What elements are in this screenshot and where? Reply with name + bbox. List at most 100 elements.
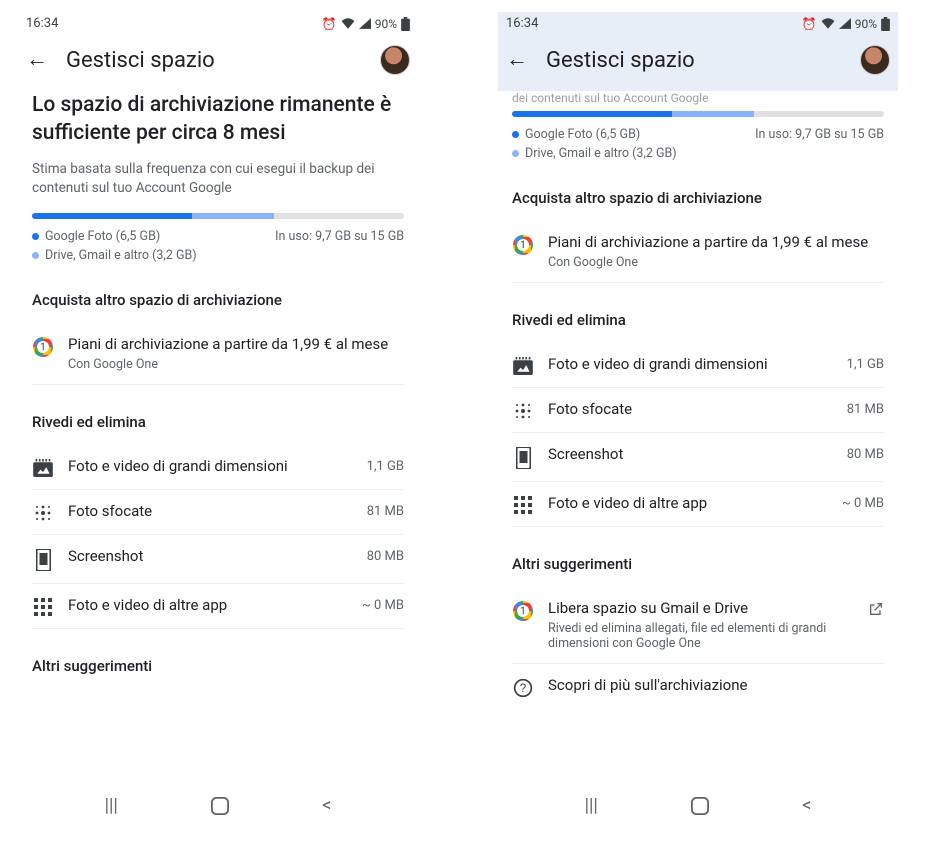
dot-drive xyxy=(32,252,39,259)
status-time: 16:34 xyxy=(506,16,538,31)
phone-screenshot-left: 16:34 ⏰ 90% ← Gestisci spazio Lo spazio … xyxy=(18,12,418,822)
review-item-label: Screenshot xyxy=(548,445,833,463)
buy-plan-row[interactable]: Piani di archiviazione a partire da 1,99… xyxy=(512,221,884,283)
nav-back[interactable]: < xyxy=(322,795,331,816)
signal-icon xyxy=(839,18,851,29)
review-item-size: 81 MB xyxy=(847,400,884,417)
nav-recents[interactable]: ||| xyxy=(585,795,598,816)
review-item-label: Foto e video di grandi dimensioni xyxy=(68,457,353,475)
legend-row-2: Drive, Gmail e altro (3,2 GB) xyxy=(32,248,404,263)
plan-secondary: Con Google One xyxy=(68,357,404,372)
review-item-size: 1,1 GB xyxy=(847,355,884,372)
blurry-icon xyxy=(512,400,534,420)
open-external-icon xyxy=(868,599,884,617)
large-media-icon xyxy=(512,355,534,375)
free-secondary: Rivedi ed elimina allegati, file ed elem… xyxy=(548,621,854,651)
page-title: Gestisci spazio xyxy=(546,48,842,73)
storage-bar-drive-seg xyxy=(192,213,274,219)
battery-icon xyxy=(881,17,890,31)
nav-home[interactable] xyxy=(211,797,229,815)
legend-row-2: Drive, Gmail e altro (3,2 GB) xyxy=(512,146,884,161)
large-media-icon xyxy=(32,457,54,477)
free-primary: Libera spazio su Gmail e Drive xyxy=(548,599,854,617)
legend-drive: Drive, Gmail e altro (3,2 GB) xyxy=(45,248,197,263)
nav-back[interactable]: < xyxy=(802,795,811,816)
nav-bar: ||| < xyxy=(18,781,418,822)
storage-bar xyxy=(512,111,884,117)
alarm-icon: ⏰ xyxy=(802,17,817,31)
apps-icon xyxy=(512,494,534,514)
storage-headline: Lo spazio di archiviazione rimanente è s… xyxy=(32,91,404,148)
legend-photos: Google Foto (6,5 GB) xyxy=(525,127,640,142)
status-bar: 16:34 ⏰ 90% xyxy=(498,12,898,39)
screenshot-icon xyxy=(512,445,534,469)
buy-plan-row[interactable]: Piani di archiviazione a partire da 1,99… xyxy=(32,323,404,385)
learn-label: Scopri di più sull'archiviazione xyxy=(548,676,884,694)
legend-photos: Google Foto (6,5 GB) xyxy=(45,229,160,244)
storage-bar-photos-seg xyxy=(512,111,672,117)
nav-bar: ||| < xyxy=(498,781,898,822)
content-area: Lo spazio di archiviazione rimanente è s… xyxy=(18,91,418,781)
review-item-label: Foto e video di altre app xyxy=(548,494,828,512)
legend-row-1: Google Foto (6,5 GB) In uso: 9,7 GB su 1… xyxy=(512,127,884,142)
review-item-label: Foto e video di altre app xyxy=(68,596,348,614)
signal-icon xyxy=(359,18,371,29)
back-button[interactable]: ← xyxy=(26,49,48,71)
nav-recents[interactable]: ||| xyxy=(105,795,118,816)
review-blurry[interactable]: Foto sfocate 81 MB xyxy=(32,490,404,535)
review-screenshot[interactable]: Screenshot 80 MB xyxy=(512,433,884,482)
legend-usage: In uso: 9,7 GB su 15 GB xyxy=(755,127,884,142)
review-item-size: ~ 0 MB xyxy=(842,494,884,511)
review-large-media[interactable]: Foto e video di grandi dimensioni 1,1 GB xyxy=(32,445,404,490)
status-right: ⏰ 90% xyxy=(802,17,890,31)
review-item-label: Foto sfocate xyxy=(548,400,833,418)
apps-icon xyxy=(32,596,54,616)
review-section-title: Rivedi ed elimina xyxy=(32,413,404,431)
learn-more-row[interactable]: ? Scopri di più sull'archiviazione xyxy=(512,664,884,710)
content-area: Google Foto (6,5 GB) In uso: 9,7 GB su 1… xyxy=(498,111,898,781)
review-other-apps[interactable]: Foto e video di altre app ~ 0 MB xyxy=(32,584,404,629)
screenshot-icon xyxy=(32,547,54,571)
review-item-label: Screenshot xyxy=(68,547,353,565)
back-button[interactable]: ← xyxy=(506,49,528,71)
nav-home[interactable] xyxy=(691,797,709,815)
review-item-label: Foto e video di grandi dimensioni xyxy=(548,355,833,373)
review-blurry[interactable]: Foto sfocate 81 MB xyxy=(512,388,884,433)
review-large-media[interactable]: Foto e video di grandi dimensioni 1,1 GB xyxy=(512,343,884,388)
google-one-icon xyxy=(512,599,534,621)
plan-primary: Piani di archiviazione a partire da 1,99… xyxy=(68,335,404,353)
dot-photos xyxy=(32,233,39,240)
svg-text:?: ? xyxy=(520,682,527,695)
page-title: Gestisci spazio xyxy=(66,48,362,73)
storage-bar-drive-seg xyxy=(672,111,754,117)
battery-text: 90% xyxy=(855,17,877,31)
plan-primary: Piani di archiviazione a partire da 1,99… xyxy=(548,233,884,251)
review-section-title: Rivedi ed elimina xyxy=(512,311,884,329)
storage-bar-photos-seg xyxy=(32,213,192,219)
avatar[interactable] xyxy=(860,45,890,75)
legend-row-1: Google Foto (6,5 GB) In uso: 9,7 GB su 1… xyxy=(32,229,404,244)
google-one-icon xyxy=(32,335,54,357)
free-space-row[interactable]: Libera spazio su Gmail e Drive Rivedi ed… xyxy=(512,587,884,664)
legend-drive: Drive, Gmail e altro (3,2 GB) xyxy=(525,146,677,161)
dot-drive xyxy=(512,150,519,157)
review-item-label: Foto sfocate xyxy=(68,502,353,520)
other-section-title: Altri suggerimenti xyxy=(32,657,404,675)
review-other-apps[interactable]: Foto e video di altre app ~ 0 MB xyxy=(512,482,884,527)
status-bar: 16:34 ⏰ 90% xyxy=(18,12,418,39)
truncated-subtext: dei contenuti sul tuo Account Google xyxy=(512,91,884,105)
review-screenshot[interactable]: Screenshot 80 MB xyxy=(32,535,404,584)
blurry-icon xyxy=(32,502,54,522)
alarm-icon: ⏰ xyxy=(322,17,337,31)
review-item-size: 80 MB xyxy=(847,445,884,462)
buy-section-title: Acquista altro spazio di archiviazione xyxy=(512,189,884,207)
battery-text: 90% xyxy=(375,17,397,31)
avatar[interactable] xyxy=(380,45,410,75)
status-time: 16:34 xyxy=(26,16,58,31)
legend-usage: In uso: 9,7 GB su 15 GB xyxy=(275,229,404,244)
app-bar: ← Gestisci spazio xyxy=(498,39,898,91)
help-icon: ? xyxy=(512,676,534,698)
dot-photos xyxy=(512,131,519,138)
review-item-size: 80 MB xyxy=(367,547,404,564)
google-one-icon xyxy=(512,233,534,255)
